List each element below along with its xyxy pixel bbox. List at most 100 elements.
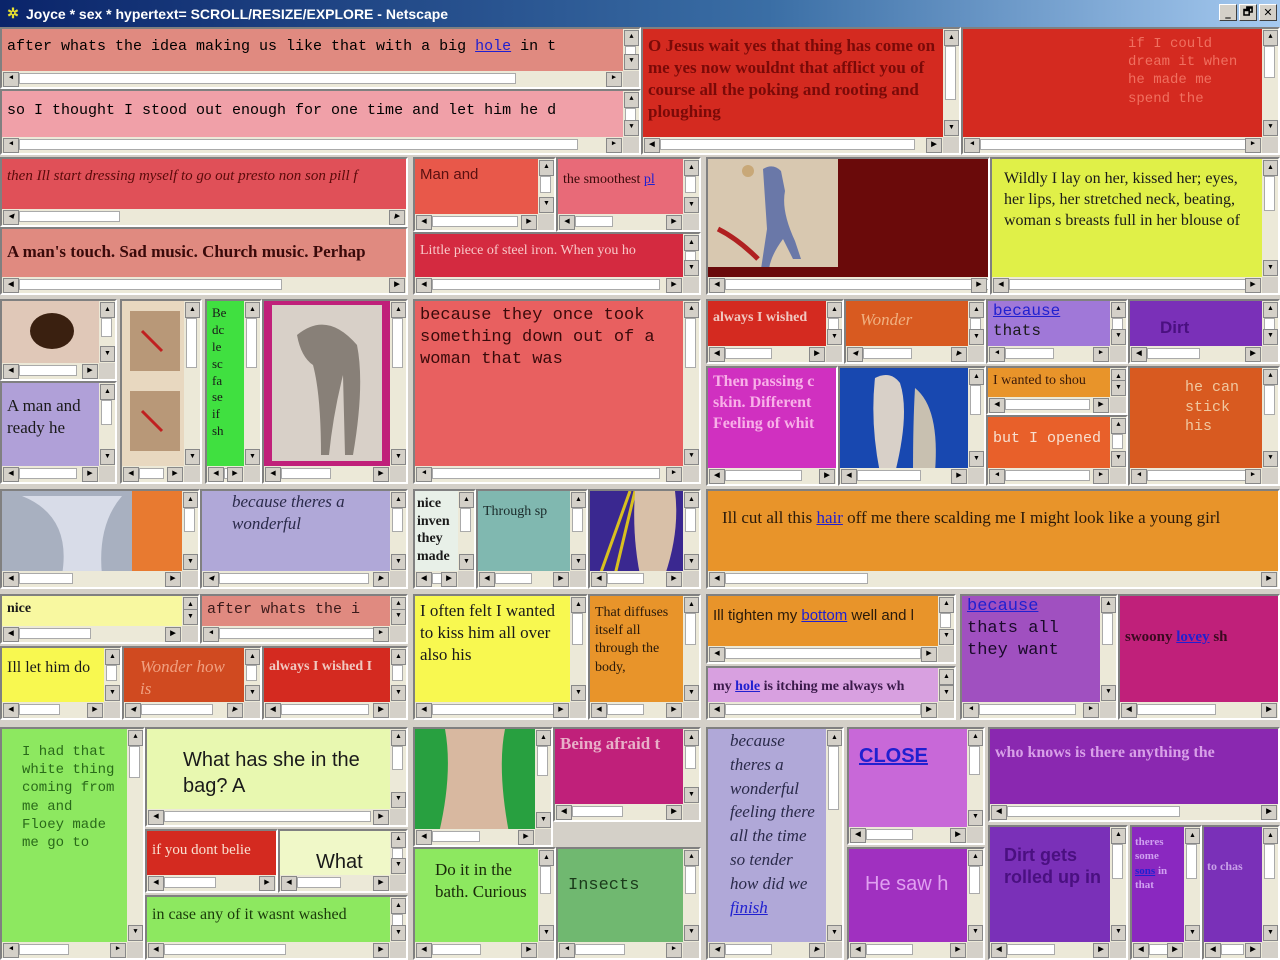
horizontal-scrollbar[interactable]: [708, 702, 938, 718]
horizontal-scrollbar[interactable]: [708, 277, 988, 293]
horizontal-scrollbar[interactable]: [124, 702, 244, 718]
horizontal-scrollbar[interactable]: [202, 571, 390, 587]
text-frame[interactable]: Be dc le sc fa se if sh: [205, 299, 262, 484]
vertical-scrollbar[interactable]: [182, 596, 198, 626]
vertical-scrollbar[interactable]: [1110, 368, 1126, 397]
text-frame[interactable]: but I opened i: [986, 415, 1128, 486]
text-frame[interactable]: always I wished I: [262, 646, 408, 720]
maximize-button[interactable]: 🗗: [1239, 4, 1257, 21]
vertical-scrollbar[interactable]: [683, 491, 699, 571]
vertical-scrollbar[interactable]: [623, 91, 639, 137]
text-frame[interactable]: Dirt: [1128, 299, 1280, 364]
vertical-scrollbar[interactable]: [826, 729, 842, 942]
horizontal-scrollbar[interactable]: [846, 346, 968, 362]
text-frame[interactable]: then Ill start dressing myself to go out…: [0, 157, 408, 227]
text-frame[interactable]: Man and: [413, 157, 556, 232]
text-frame[interactable]: if you dont belie: [145, 829, 278, 893]
horizontal-scrollbar[interactable]: [478, 571, 570, 587]
vertical-scrollbar[interactable]: [570, 596, 586, 702]
vertical-scrollbar[interactable]: [683, 234, 699, 277]
text-frame[interactable]: because they once took something down ou…: [413, 299, 701, 484]
horizontal-scrollbar[interactable]: [962, 702, 1100, 718]
text-frame[interactable]: I wanted to shou: [986, 366, 1128, 415]
vertical-scrollbar[interactable]: [538, 849, 554, 942]
text-frame[interactable]: Little piece of steel iron. When you ho: [413, 232, 701, 295]
text-frame[interactable]: if I could dream it when he made me spen…: [961, 27, 1280, 155]
vertical-scrollbar[interactable]: [1110, 417, 1126, 468]
image-frame[interactable]: [0, 299, 117, 381]
horizontal-scrollbar[interactable]: [2, 702, 104, 718]
horizontal-scrollbar[interactable]: [415, 829, 535, 845]
vertical-scrollbar[interactable]: [683, 849, 699, 942]
text-frame[interactable]: Insects: [556, 847, 701, 960]
text-frame[interactable]: Do it in the bath. Curious: [413, 847, 556, 960]
horizontal-scrollbar[interactable]: [415, 942, 538, 958]
hole-link[interactable]: hole: [475, 38, 511, 55]
horizontal-scrollbar[interactable]: [415, 214, 538, 230]
horizontal-scrollbar[interactable]: [1204, 942, 1262, 958]
text-frame[interactable]: Then passing c skin. Different Feeling o…: [706, 366, 838, 486]
horizontal-scrollbar[interactable]: [708, 646, 938, 662]
because-link[interactable]: because: [993, 302, 1060, 320]
vertical-scrollbar[interactable]: [1110, 301, 1126, 346]
image-frame[interactable]: [838, 366, 986, 486]
vertical-scrollbar[interactable]: [458, 491, 474, 571]
horizontal-scrollbar[interactable]: [849, 827, 967, 843]
vertical-scrollbar[interactable]: [182, 491, 198, 571]
vertical-scrollbar[interactable]: [1184, 827, 1200, 942]
vertical-scrollbar[interactable]: [1262, 301, 1278, 346]
vertical-scrollbar[interactable]: [1262, 827, 1278, 942]
horizontal-scrollbar[interactable]: [2, 942, 127, 958]
vertical-scrollbar[interactable]: [683, 729, 699, 804]
horizontal-scrollbar[interactable]: [708, 942, 826, 958]
image-frame[interactable]: [588, 489, 701, 589]
horizontal-scrollbar[interactable]: [1130, 468, 1262, 484]
horizontal-scrollbar[interactable]: [2, 71, 623, 87]
horizontal-scrollbar[interactable]: [415, 277, 683, 293]
text-frame[interactable]: theres some sons in that: [1130, 825, 1202, 960]
vertical-scrollbar[interactable]: [104, 648, 120, 702]
vertical-scrollbar[interactable]: [127, 729, 143, 942]
horizontal-scrollbar[interactable]: [2, 571, 182, 587]
horizontal-scrollbar[interactable]: [988, 468, 1110, 484]
vertical-scrollbar[interactable]: [244, 301, 260, 466]
text-frame[interactable]: because thats: [986, 299, 1128, 364]
image-frame[interactable]: [0, 489, 200, 589]
because-link-2[interactable]: because: [967, 597, 1038, 616]
vertical-scrollbar[interactable]: [1262, 159, 1278, 277]
vertical-scrollbar[interactable]: [535, 729, 551, 829]
text-frame[interactable]: he can stick his: [1128, 366, 1280, 486]
smoothest-link[interactable]: pl: [644, 172, 655, 187]
hair-link[interactable]: hair: [816, 508, 842, 527]
horizontal-scrollbar[interactable]: [992, 277, 1262, 293]
horizontal-scrollbar[interactable]: [415, 466, 683, 482]
horizontal-scrollbar[interactable]: [264, 702, 390, 718]
vertical-scrollbar[interactable]: [938, 668, 954, 702]
vertical-scrollbar[interactable]: [1262, 29, 1278, 137]
horizontal-scrollbar[interactable]: [558, 214, 683, 230]
horizontal-scrollbar[interactable]: [643, 137, 943, 153]
horizontal-scrollbar[interactable]: [849, 942, 967, 958]
text-frame[interactable]: O Jesus wait yes that thing has come on …: [641, 27, 961, 155]
vertical-scrollbar[interactable]: [967, 849, 983, 942]
vertical-scrollbar[interactable]: [683, 596, 699, 702]
vertical-scrollbar[interactable]: [538, 159, 554, 214]
vertical-scrollbar[interactable]: [244, 648, 260, 702]
text-frame[interactable]: swoony lovey sh: [1118, 594, 1280, 720]
vertical-scrollbar[interactable]: [968, 368, 984, 468]
text-frame[interactable]: always I wished: [706, 299, 844, 364]
horizontal-scrollbar[interactable]: [207, 466, 244, 482]
horizontal-scrollbar[interactable]: [415, 702, 570, 718]
text-frame[interactable]: He saw h: [847, 847, 985, 960]
text-frame[interactable]: in case any of it wasnt washed: [145, 895, 408, 960]
vertical-scrollbar[interactable]: [390, 596, 406, 626]
horizontal-scrollbar[interactable]: [2, 277, 406, 293]
vertical-scrollbar[interactable]: [943, 29, 959, 137]
horizontal-scrollbar[interactable]: [2, 466, 99, 482]
text-frame[interactable]: I often felt I wanted to kiss him all ov…: [413, 594, 588, 720]
horizontal-scrollbar[interactable]: [590, 571, 683, 587]
horizontal-scrollbar[interactable]: [147, 809, 390, 825]
horizontal-scrollbar[interactable]: [1120, 702, 1278, 718]
text-frame[interactable]: Through sp: [476, 489, 588, 589]
horizontal-scrollbar[interactable]: [2, 363, 99, 379]
